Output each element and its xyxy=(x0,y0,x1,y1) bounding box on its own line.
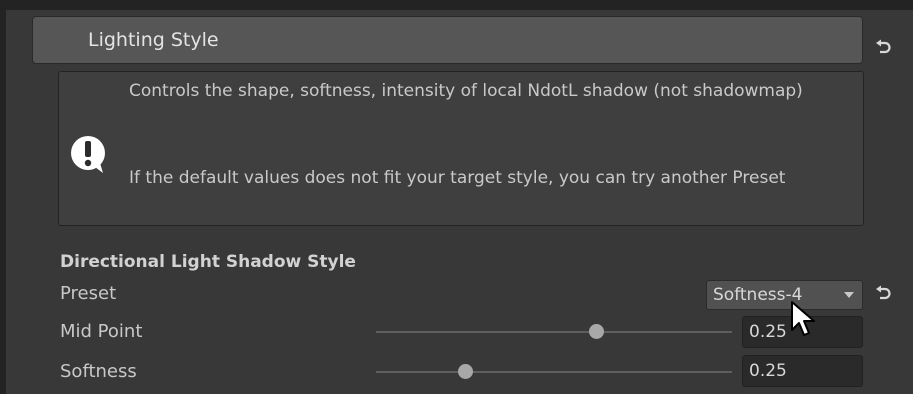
softness-label: Softness xyxy=(60,361,137,382)
left-panel-edge xyxy=(0,0,6,394)
softness-slider-thumb[interactable] xyxy=(457,364,473,379)
lighting-style-foldout-header[interactable]: Lighting Style xyxy=(32,16,863,64)
top-panel-edge xyxy=(0,0,913,10)
softness-value: 0.25 xyxy=(749,361,787,381)
preset-revert-icon[interactable] xyxy=(872,283,894,305)
preset-label: Preset xyxy=(60,283,117,304)
help-text-hint: If the default values does not fit your … xyxy=(129,168,786,188)
preset-dropdown[interactable]: Softness-4 xyxy=(706,280,863,310)
softness-slider-track[interactable] xyxy=(376,371,732,373)
midpoint-value: 0.25 xyxy=(749,322,787,342)
help-box: Controls the shape, softness, intensity … xyxy=(58,71,864,226)
softness-value-field[interactable]: 0.25 xyxy=(742,355,863,387)
foldout-title: Lighting Style xyxy=(88,29,219,51)
mouse-pointer-icon xyxy=(791,301,815,336)
info-exclamation-icon xyxy=(69,134,107,176)
help-text-description: Controls the shape, softness, intensity … xyxy=(129,81,803,101)
section-title: Directional Light Shadow Style xyxy=(60,252,356,272)
midpoint-slider-thumb[interactable] xyxy=(589,324,605,339)
midpoint-label: Mid Point xyxy=(60,321,143,342)
revert-icon[interactable] xyxy=(872,37,894,59)
chevron-down-icon xyxy=(844,292,854,298)
midpoint-slider-track[interactable] xyxy=(376,331,732,333)
